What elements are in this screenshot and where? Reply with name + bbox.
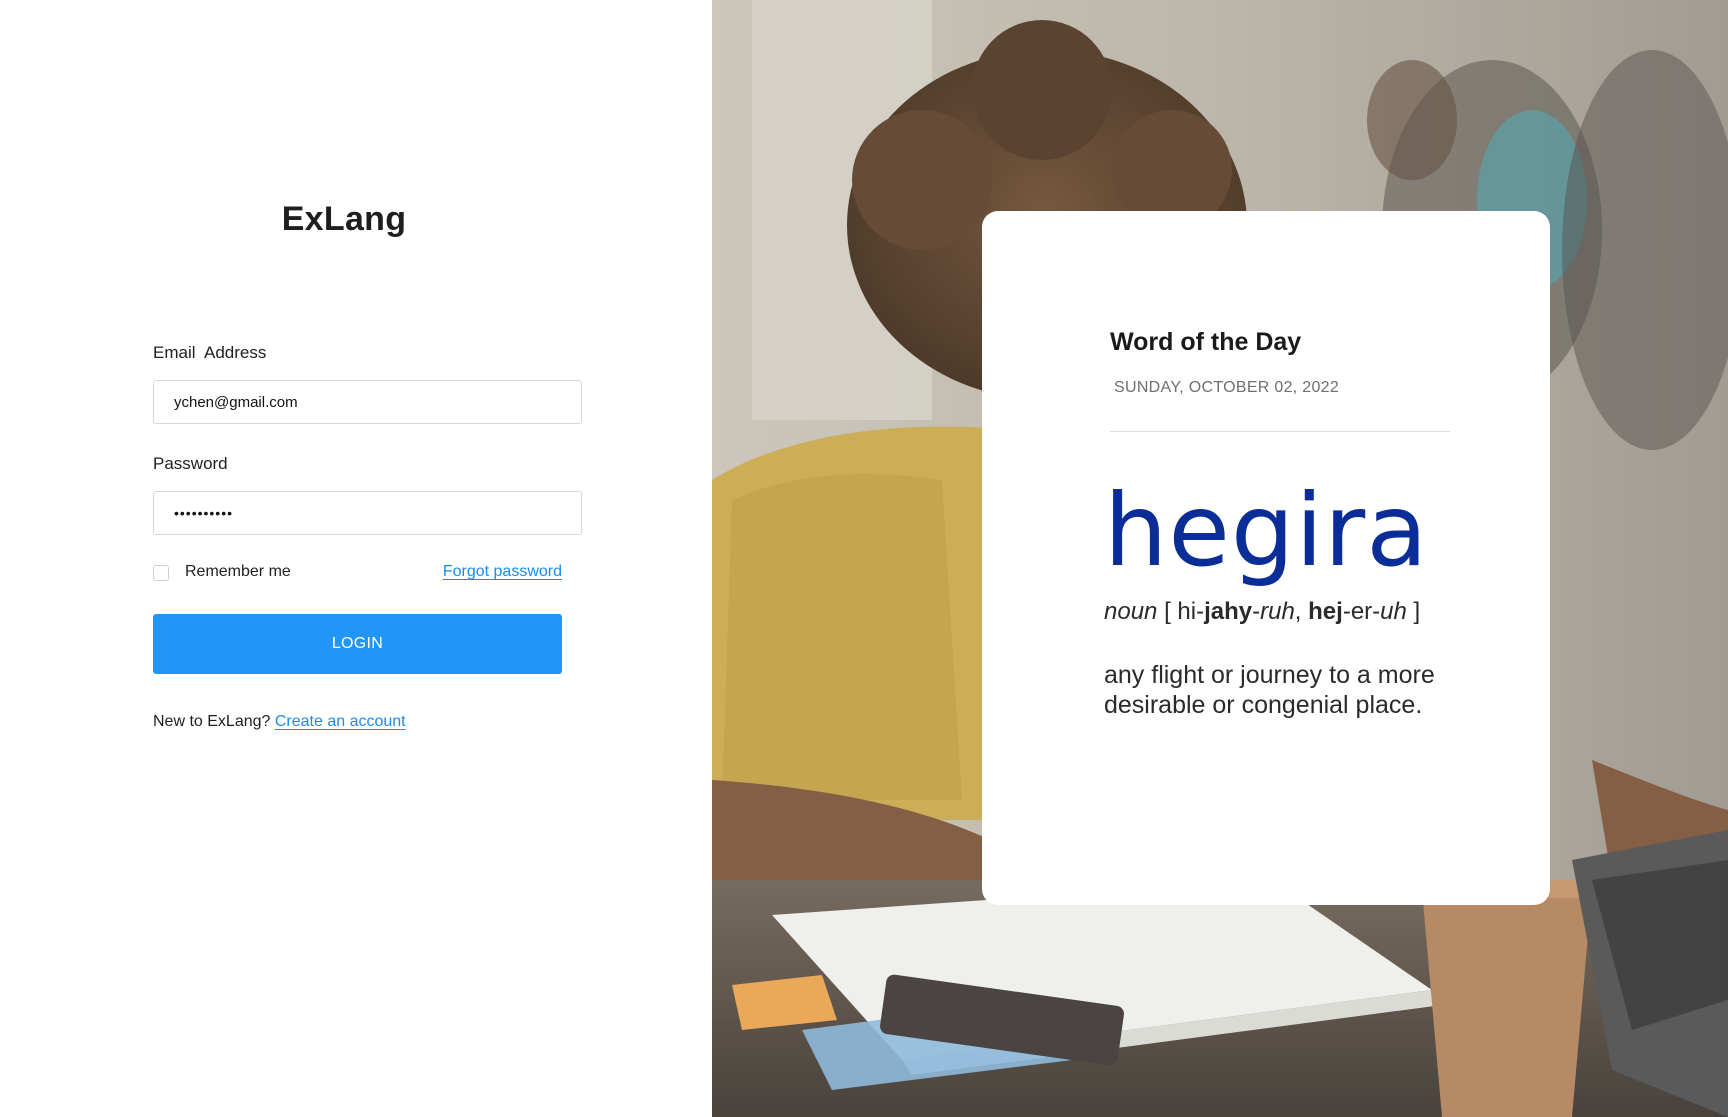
login-panel: ExLang Email Address Password Remember m…	[0, 0, 712, 1117]
stressed-syllable: hej	[1308, 598, 1343, 625]
login-page: ExLang Email Address Password Remember m…	[0, 0, 1728, 1117]
syllable: -	[1252, 598, 1261, 625]
create-account-link[interactable]: Create an account	[275, 713, 406, 730]
syllable: -er-	[1342, 598, 1381, 625]
signup-prompt: New to ExLang?	[153, 713, 271, 730]
email-label: Email Address	[153, 343, 267, 362]
email-field[interactable]	[153, 380, 582, 424]
remember-row: Remember me Forgot password	[153, 563, 562, 585]
remember-me-label[interactable]: Remember me	[185, 563, 291, 581]
bracket-open: [	[1164, 598, 1171, 625]
syllable: ruh	[1260, 598, 1295, 625]
syllable: hi-	[1177, 598, 1205, 625]
card-heading: Word of the Day	[1110, 328, 1302, 356]
separator: ,	[1294, 598, 1302, 625]
featured-word: hegira	[1104, 472, 1429, 589]
forgot-password-link[interactable]: Forgot password	[443, 563, 562, 581]
password-field[interactable]	[153, 491, 582, 535]
card-date: SUNDAY, OCTOBER 02, 2022	[1114, 379, 1340, 396]
signup-row: New to ExLang? Create an account	[153, 713, 406, 731]
bracket-close: ]	[1413, 598, 1421, 625]
word-of-the-day-card: Word of the Day SUNDAY, OCTOBER 02, 2022…	[982, 211, 1550, 905]
card-divider	[1110, 431, 1450, 432]
definition: any flight or journey to a more desirabl…	[1104, 661, 1435, 719]
stressed-syllable: jahy	[1204, 598, 1253, 625]
brand-logo: ExLang	[281, 200, 407, 238]
part-of-speech: noun	[1104, 598, 1158, 625]
remember-me-checkbox[interactable]	[153, 565, 169, 581]
password-label: Password	[153, 454, 228, 473]
login-button[interactable]: LOGIN	[153, 614, 562, 674]
pronunciation: noun [ hi-jahy-ruh, hej-er-uh ]	[1104, 598, 1420, 626]
syllable: uh	[1380, 598, 1407, 625]
